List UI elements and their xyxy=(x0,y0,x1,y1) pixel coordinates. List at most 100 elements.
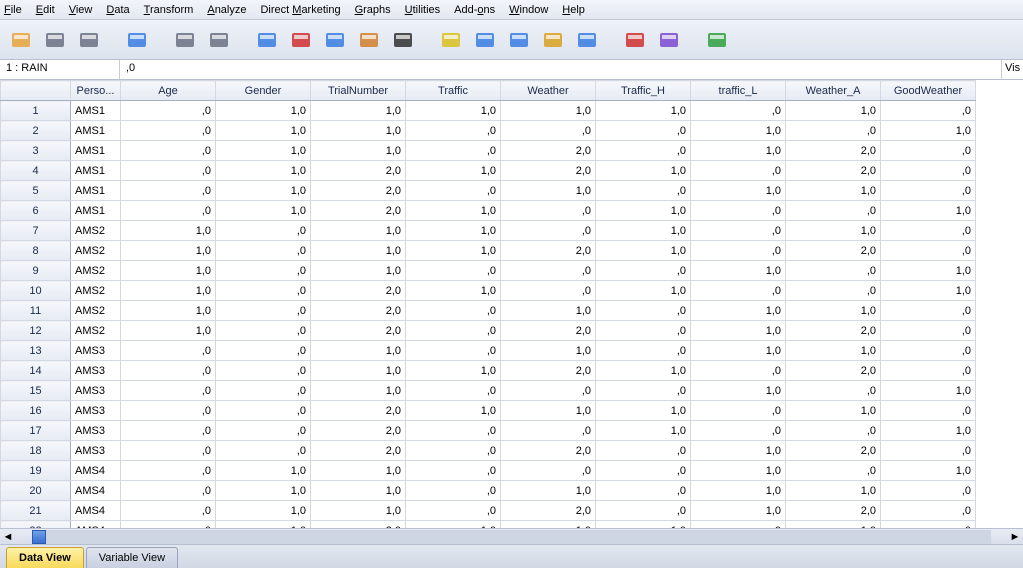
cell[interactable]: ,0 xyxy=(216,401,311,421)
cell[interactable]: 1,0 xyxy=(121,281,216,301)
cell[interactable]: ,0 xyxy=(691,221,786,241)
cell[interactable]: ,0 xyxy=(406,461,501,481)
goto-case-button[interactable] xyxy=(252,25,282,55)
cell[interactable]: 2,0 xyxy=(311,281,406,301)
cell[interactable]: AMS4 xyxy=(71,481,121,501)
cell[interactable]: ,0 xyxy=(121,481,216,501)
menu-direct-marketing[interactable]: Direct Marketing xyxy=(260,4,340,16)
cell[interactable]: 1,0 xyxy=(216,141,311,161)
cell[interactable]: ,0 xyxy=(406,301,501,321)
cell[interactable]: 1,0 xyxy=(311,241,406,261)
cell[interactable]: ,0 xyxy=(786,381,881,401)
cell[interactable]: 1,0 xyxy=(596,241,691,261)
menu-analyze[interactable]: Analyze xyxy=(207,4,246,16)
cell[interactable]: AMS1 xyxy=(71,161,121,181)
cell[interactable]: ,0 xyxy=(596,481,691,501)
cell[interactable]: 1,0 xyxy=(216,181,311,201)
cell[interactable]: 2,0 xyxy=(311,441,406,461)
cell[interactable]: ,0 xyxy=(501,261,596,281)
cell-value[interactable]: ,0 xyxy=(120,60,1001,79)
cell[interactable]: ,0 xyxy=(216,241,311,261)
horizontal-scrollbar[interactable]: ◄ ► xyxy=(0,528,1023,544)
cell[interactable]: 1,0 xyxy=(786,181,881,201)
cell[interactable]: 1,0 xyxy=(216,501,311,521)
cell[interactable]: ,0 xyxy=(596,441,691,461)
cell[interactable]: 1,0 xyxy=(596,221,691,241)
cell[interactable]: ,0 xyxy=(216,441,311,461)
cell[interactable]: ,0 xyxy=(691,101,786,121)
column-header-perso-[interactable]: Perso... xyxy=(71,81,121,101)
menu-add-ons[interactable]: Add-ons xyxy=(454,4,495,16)
cell[interactable]: ,0 xyxy=(406,141,501,161)
row-number[interactable]: 3 xyxy=(1,141,71,161)
cell[interactable]: ,0 xyxy=(216,221,311,241)
cell[interactable]: 1,0 xyxy=(311,141,406,161)
cell[interactable]: 1,0 xyxy=(596,521,691,529)
cell[interactable]: ,0 xyxy=(596,461,691,481)
row-number[interactable]: 11 xyxy=(1,301,71,321)
cell[interactable]: 1,0 xyxy=(216,521,311,529)
cell[interactable]: ,0 xyxy=(501,461,596,481)
insert-cases-button[interactable] xyxy=(436,25,466,55)
row-number[interactable]: 12 xyxy=(1,321,71,341)
cell[interactable]: 2,0 xyxy=(311,321,406,341)
cell[interactable]: 1,0 xyxy=(121,301,216,321)
cell[interactable]: 1,0 xyxy=(596,361,691,381)
cell[interactable]: 1,0 xyxy=(881,201,976,221)
cell[interactable]: 1,0 xyxy=(786,401,881,421)
cell[interactable]: AMS3 xyxy=(71,401,121,421)
cell[interactable]: 1,0 xyxy=(216,121,311,141)
cell[interactable]: ,0 xyxy=(121,101,216,121)
cell[interactable]: 1,0 xyxy=(786,221,881,241)
cell[interactable]: ,0 xyxy=(121,161,216,181)
cell[interactable]: 1,0 xyxy=(786,101,881,121)
cell[interactable]: 1,0 xyxy=(216,161,311,181)
select-cases-button[interactable] xyxy=(572,25,602,55)
cell[interactable]: 2,0 xyxy=(786,321,881,341)
cell[interactable]: ,0 xyxy=(691,161,786,181)
cell[interactable]: ,0 xyxy=(786,261,881,281)
save-button[interactable] xyxy=(40,25,70,55)
insert-var-button[interactable] xyxy=(470,25,500,55)
cell[interactable]: 1,0 xyxy=(596,161,691,181)
row-number[interactable]: 15 xyxy=(1,381,71,401)
column-header-gender[interactable]: Gender xyxy=(216,81,311,101)
cell[interactable]: ,0 xyxy=(501,121,596,141)
cell[interactable]: ,0 xyxy=(691,281,786,301)
menu-help[interactable]: Help xyxy=(562,4,585,16)
cell[interactable]: AMS4 xyxy=(71,501,121,521)
cell[interactable]: 1,0 xyxy=(501,481,596,501)
cell[interactable]: ,0 xyxy=(881,101,976,121)
cell[interactable]: AMS1 xyxy=(71,201,121,221)
cell[interactable]: ,0 xyxy=(121,121,216,141)
cell[interactable]: 1,0 xyxy=(881,381,976,401)
cell[interactable]: ,0 xyxy=(596,301,691,321)
undo-button[interactable] xyxy=(170,25,200,55)
cell[interactable]: AMS3 xyxy=(71,421,121,441)
cell[interactable]: 1,0 xyxy=(691,181,786,201)
cell[interactable]: ,0 xyxy=(786,461,881,481)
cell[interactable]: 1,0 xyxy=(121,321,216,341)
cell[interactable]: ,0 xyxy=(121,201,216,221)
cell[interactable]: 1,0 xyxy=(406,201,501,221)
cell[interactable]: 1,0 xyxy=(691,481,786,501)
column-header-weather-a[interactable]: Weather_A xyxy=(786,81,881,101)
scroll-right-arrow[interactable]: ► xyxy=(1007,529,1023,545)
menu-transform[interactable]: Transform xyxy=(144,4,194,16)
cell[interactable]: ,0 xyxy=(596,141,691,161)
cell[interactable]: 1,0 xyxy=(691,301,786,321)
cell[interactable]: 1,0 xyxy=(121,241,216,261)
cell[interactable]: ,0 xyxy=(121,461,216,481)
cell[interactable]: 1,0 xyxy=(786,301,881,321)
cell[interactable]: 1,0 xyxy=(501,181,596,201)
row-number[interactable]: 16 xyxy=(1,401,71,421)
cell[interactable]: ,0 xyxy=(121,181,216,201)
scroll-track[interactable] xyxy=(32,530,991,544)
open-file-button[interactable] xyxy=(6,25,36,55)
cell[interactable]: 1,0 xyxy=(881,121,976,141)
row-number[interactable]: 1 xyxy=(1,101,71,121)
row-number[interactable]: 8 xyxy=(1,241,71,261)
cell[interactable]: ,0 xyxy=(881,221,976,241)
cell[interactable]: ,0 xyxy=(216,321,311,341)
cell[interactable]: ,0 xyxy=(596,341,691,361)
